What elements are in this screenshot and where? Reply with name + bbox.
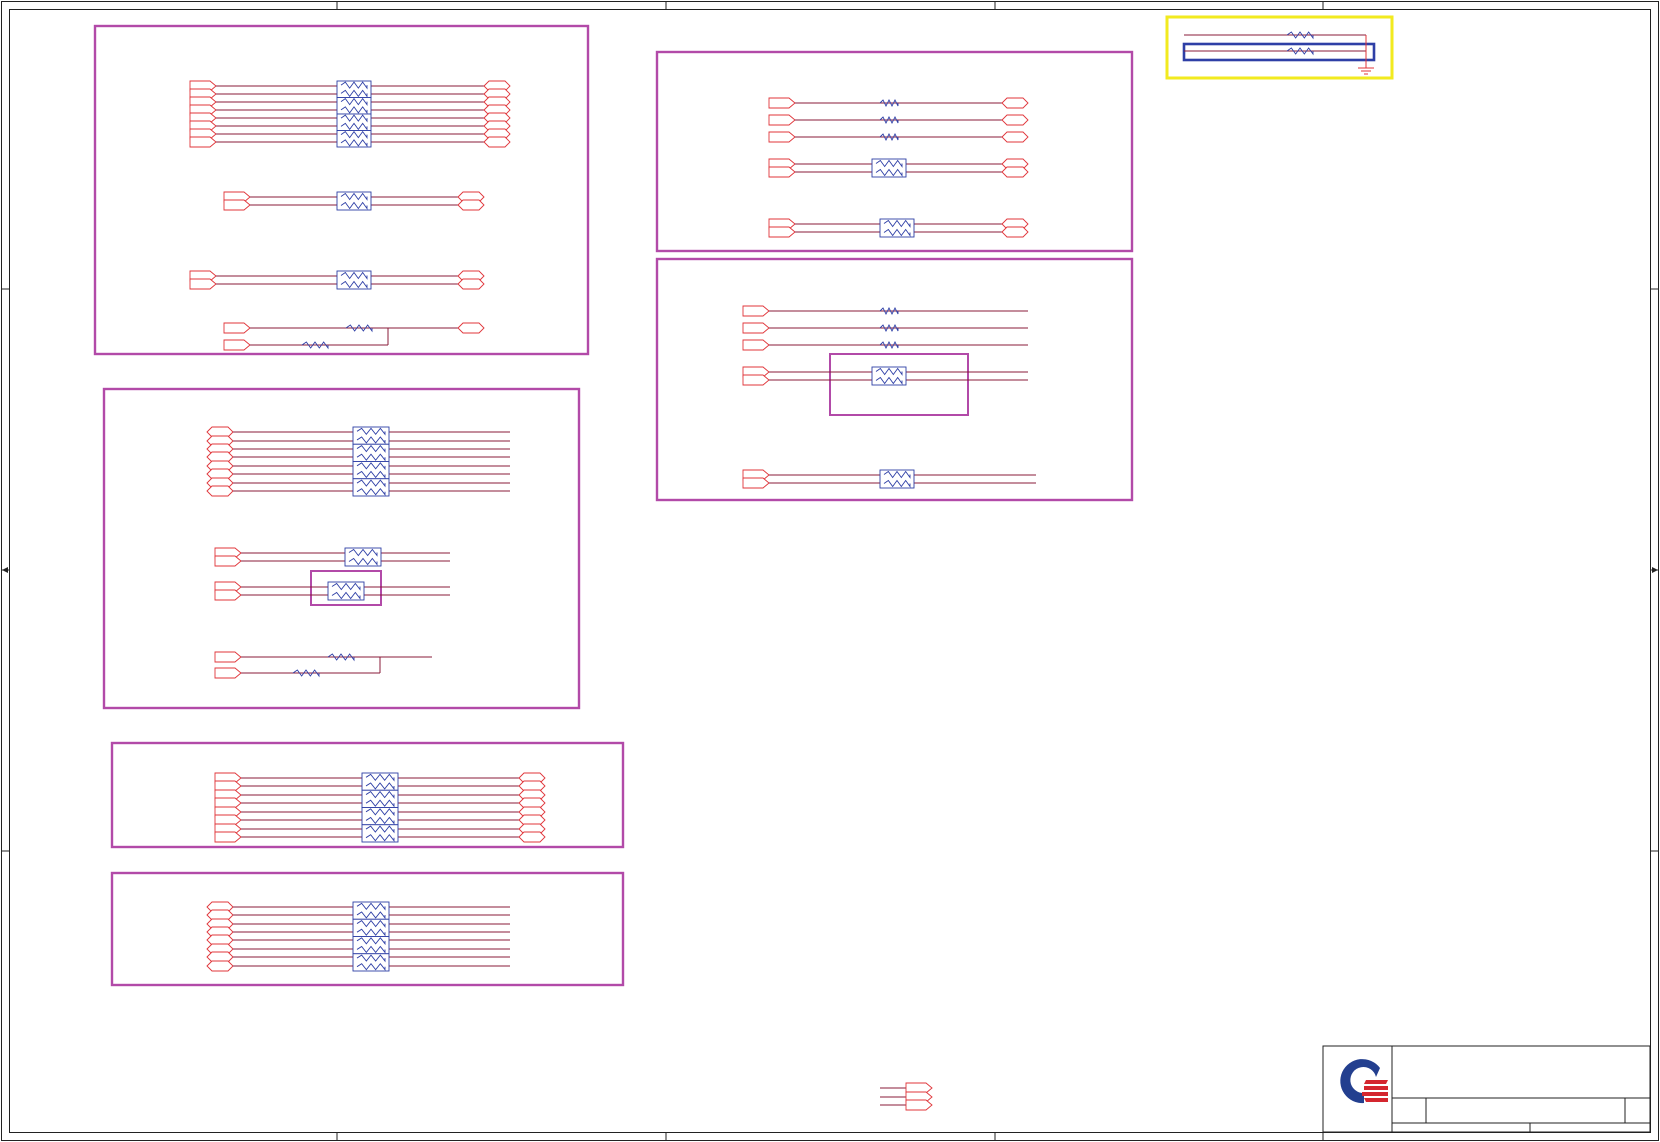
port-connector	[457, 278, 485, 290]
port-connector	[742, 477, 770, 489]
port-connector	[189, 136, 217, 148]
port-connector	[518, 814, 546, 826]
port-connector	[206, 426, 234, 438]
port-connector	[214, 780, 242, 792]
port-connector	[206, 960, 234, 972]
port-connector	[1001, 166, 1029, 178]
port-connector	[768, 226, 796, 238]
circuit-block-b	[102, 387, 581, 710]
port-connector	[457, 322, 485, 334]
port-connector	[518, 831, 546, 843]
port-connector	[742, 322, 770, 334]
port-connector	[905, 1099, 933, 1111]
highlight-region	[1165, 15, 1394, 80]
port-connector	[742, 305, 770, 317]
port-connector	[1001, 97, 1029, 109]
port-connector	[206, 909, 234, 921]
highlight-selection	[1182, 42, 1376, 62]
port-connector	[223, 199, 251, 211]
port-connector	[214, 814, 242, 826]
schematic-sheet	[1, 1, 1659, 1141]
port-connector	[1001, 114, 1029, 126]
port-connector	[742, 339, 770, 351]
port-connector	[214, 651, 242, 663]
port-connector	[457, 199, 485, 211]
port-connector	[768, 97, 796, 109]
port-connector	[206, 951, 234, 963]
ground-symbol	[1358, 67, 1374, 75]
port-connector	[214, 831, 242, 843]
port-connector	[223, 322, 251, 334]
port-connector	[768, 166, 796, 178]
port-connector	[214, 589, 242, 601]
port-connector	[214, 667, 242, 679]
port-connector	[214, 797, 242, 809]
port-connector	[1001, 131, 1029, 143]
port-connector	[518, 797, 546, 809]
port-connector	[206, 468, 234, 480]
port-connector	[223, 339, 251, 351]
port-connector	[206, 485, 234, 497]
port-connector	[206, 451, 234, 463]
port-connector	[768, 114, 796, 126]
port-connector	[1001, 226, 1029, 238]
port-connector	[206, 934, 234, 946]
company-logo	[1340, 1059, 1388, 1104]
port-connector	[768, 131, 796, 143]
port-connector	[518, 780, 546, 792]
port-connector	[214, 555, 242, 567]
port-connector	[905, 1082, 933, 1094]
title-block	[1322, 1045, 1651, 1133]
circuit-block-a	[93, 24, 590, 356]
port-connector	[742, 374, 770, 386]
port-connector	[483, 136, 511, 148]
port-connector	[189, 278, 217, 290]
